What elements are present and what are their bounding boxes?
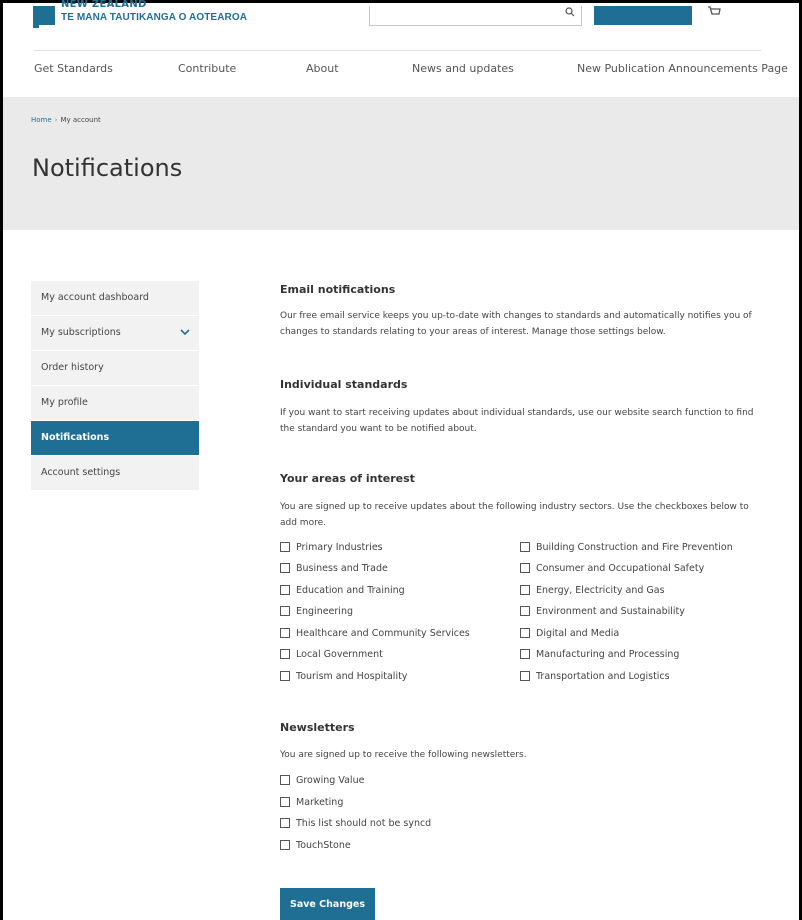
newsletters-text: You are signed up to receive the followi… — [280, 750, 527, 760]
interest-checkbox-education-and-training[interactable]: Education and Training — [280, 583, 405, 597]
checkbox[interactable] — [520, 628, 530, 638]
areas-of-interest-heading: Your areas of interest — [280, 472, 415, 485]
interest-checkbox-manufacturing[interactable]: Manufacturing and Processing — [520, 647, 679, 661]
newsletters-heading: Newsletters — [280, 721, 355, 734]
checkbox-label: This list should not be syncd — [296, 817, 432, 829]
nav-news-and-updates[interactable]: News and updates — [412, 62, 514, 75]
interest-checkbox-healthcare[interactable]: Healthcare and Community Services — [280, 626, 470, 640]
main-nav: Get Standards Contribute About News and … — [34, 62, 788, 82]
logo-subtitle[interactable]: TE MANA TAUTIKANGA O AOTEAROA — [61, 12, 247, 23]
chevron-down-icon[interactable] — [180, 328, 190, 336]
newsletter-checkbox-not-synced[interactable]: This list should not be syncd — [280, 816, 431, 830]
interest-checkbox-primary-industries[interactable]: Primary Industries — [280, 540, 383, 554]
nav-divider — [34, 50, 761, 51]
checkbox[interactable] — [280, 818, 290, 828]
checkbox-label: Consumer and Occupational Safety — [536, 562, 705, 574]
checkbox-label: Digital and Media — [536, 627, 620, 639]
page-banner: Home › My account Notifications — [3, 97, 799, 230]
nav-get-standards[interactable]: Get Standards — [34, 62, 113, 75]
checkbox[interactable] — [520, 671, 530, 681]
checkbox-label: Environment and Sustainability — [536, 605, 685, 617]
checkbox[interactable] — [520, 606, 530, 616]
interest-checkbox-transportation[interactable]: Transportation and Logistics — [520, 669, 670, 683]
checkbox-label: Local Government — [296, 648, 383, 660]
nav-contribute[interactable]: Contribute — [178, 62, 236, 75]
newsletter-checkbox-growing-value[interactable]: Growing Value — [280, 773, 364, 787]
checkbox[interactable] — [280, 628, 290, 638]
checkbox-label: Healthcare and Community Services — [296, 627, 470, 639]
account-sidebar: My account dashboard My subscriptions Or… — [31, 281, 199, 491]
checkbox[interactable] — [280, 797, 290, 807]
sidebar-item-order-history[interactable]: Order history — [31, 351, 199, 386]
checkbox-label: Marketing — [296, 796, 344, 808]
interest-checkbox-building-construction[interactable]: Building Construction and Fire Preventio… — [520, 540, 733, 554]
checkbox-label: Education and Training — [296, 584, 405, 596]
newsletter-checkbox-touchstone[interactable]: TouchStone — [280, 838, 351, 852]
checkbox[interactable] — [280, 671, 290, 681]
sidebar-item-dashboard[interactable]: My account dashboard — [31, 281, 199, 316]
sidebar-item-account-settings[interactable]: Account settings — [31, 456, 199, 491]
interest-checkbox-business-and-trade[interactable]: Business and Trade — [280, 561, 388, 575]
checkbox[interactable] — [520, 563, 530, 573]
cart-icon[interactable] — [707, 6, 721, 18]
nav-about[interactable]: About — [306, 62, 339, 75]
breadcrumb-separator: › — [54, 116, 58, 124]
page-title: Notifications — [32, 154, 183, 182]
nav-new-publication-announcements[interactable]: New Publication Announcements Page — [577, 62, 788, 75]
sidebar-item-my-profile[interactable]: My profile — [31, 386, 199, 421]
checkbox-label: Primary Industries — [296, 541, 383, 553]
logo-title[interactable]: NEW ZEALAND — [61, 0, 147, 10]
interest-checkbox-consumer-safety[interactable]: Consumer and Occupational Safety — [520, 561, 704, 575]
sidebar-item-subscriptions[interactable]: My subscriptions — [31, 316, 199, 351]
site-header: NEW ZEALAND TE MANA TAUTIKANGA O AOTEARO… — [3, 0, 799, 97]
checkbox[interactable] — [280, 775, 290, 785]
newsletter-checkbox-marketing[interactable]: Marketing — [280, 795, 343, 809]
checkbox[interactable] — [520, 585, 530, 595]
checkbox-label: TouchStone — [296, 839, 351, 851]
interest-checkbox-local-government[interactable]: Local Government — [280, 647, 383, 661]
save-changes-button[interactable]: Save Changes — [280, 888, 375, 920]
interest-checkbox-tourism[interactable]: Tourism and Hospitality — [280, 669, 407, 683]
search-input[interactable] — [369, 6, 582, 26]
checkbox-label: Growing Value — [296, 774, 365, 786]
breadcrumb-current: My account — [60, 116, 101, 124]
checkbox-label: Business and Trade — [296, 562, 388, 574]
interest-checkbox-engineering[interactable]: Engineering — [280, 604, 353, 618]
areas-of-interest-text: You are signed up to receive updates abo… — [280, 502, 749, 528]
checkbox-label: Energy, Electricity and Gas — [536, 584, 665, 596]
interest-checkbox-environment[interactable]: Environment and Sustainability — [520, 604, 685, 618]
search-icon[interactable] — [565, 7, 575, 17]
interest-checkbox-digital-and-media[interactable]: Digital and Media — [520, 626, 619, 640]
checkbox[interactable] — [280, 585, 290, 595]
interest-checkbox-energy[interactable]: Energy, Electricity and Gas — [520, 583, 665, 597]
checkbox[interactable] — [520, 542, 530, 552]
checkbox-label: Tourism and Hospitality — [296, 670, 408, 682]
checkbox[interactable] — [520, 649, 530, 659]
checkbox-label: Transportation and Logistics — [536, 670, 670, 682]
email-notifications-heading: Email notifications — [280, 283, 396, 296]
checkbox-label: Building Construction and Fire Preventio… — [536, 541, 733, 553]
logo-mark-tail — [33, 22, 39, 28]
individual-standards-text: If you want to start receiving updates a… — [280, 408, 754, 434]
breadcrumb-home[interactable]: Home — [31, 116, 52, 124]
checkbox-label: Engineering — [296, 605, 353, 617]
header-action-button[interactable] — [594, 6, 692, 25]
checkbox[interactable] — [280, 542, 290, 552]
sidebar-item-label: My subscriptions — [41, 327, 121, 338]
checkbox[interactable] — [280, 840, 290, 850]
checkbox-label: Manufacturing and Processing — [536, 648, 680, 660]
checkbox[interactable] — [280, 649, 290, 659]
breadcrumb: Home › My account — [31, 116, 101, 124]
checkbox[interactable] — [280, 563, 290, 573]
checkbox[interactable] — [280, 606, 290, 616]
email-notifications-text: Our free email service keeps you up-to-d… — [280, 311, 752, 337]
individual-standards-heading: Individual standards — [280, 378, 408, 391]
sidebar-item-notifications[interactable]: Notifications — [31, 421, 199, 456]
